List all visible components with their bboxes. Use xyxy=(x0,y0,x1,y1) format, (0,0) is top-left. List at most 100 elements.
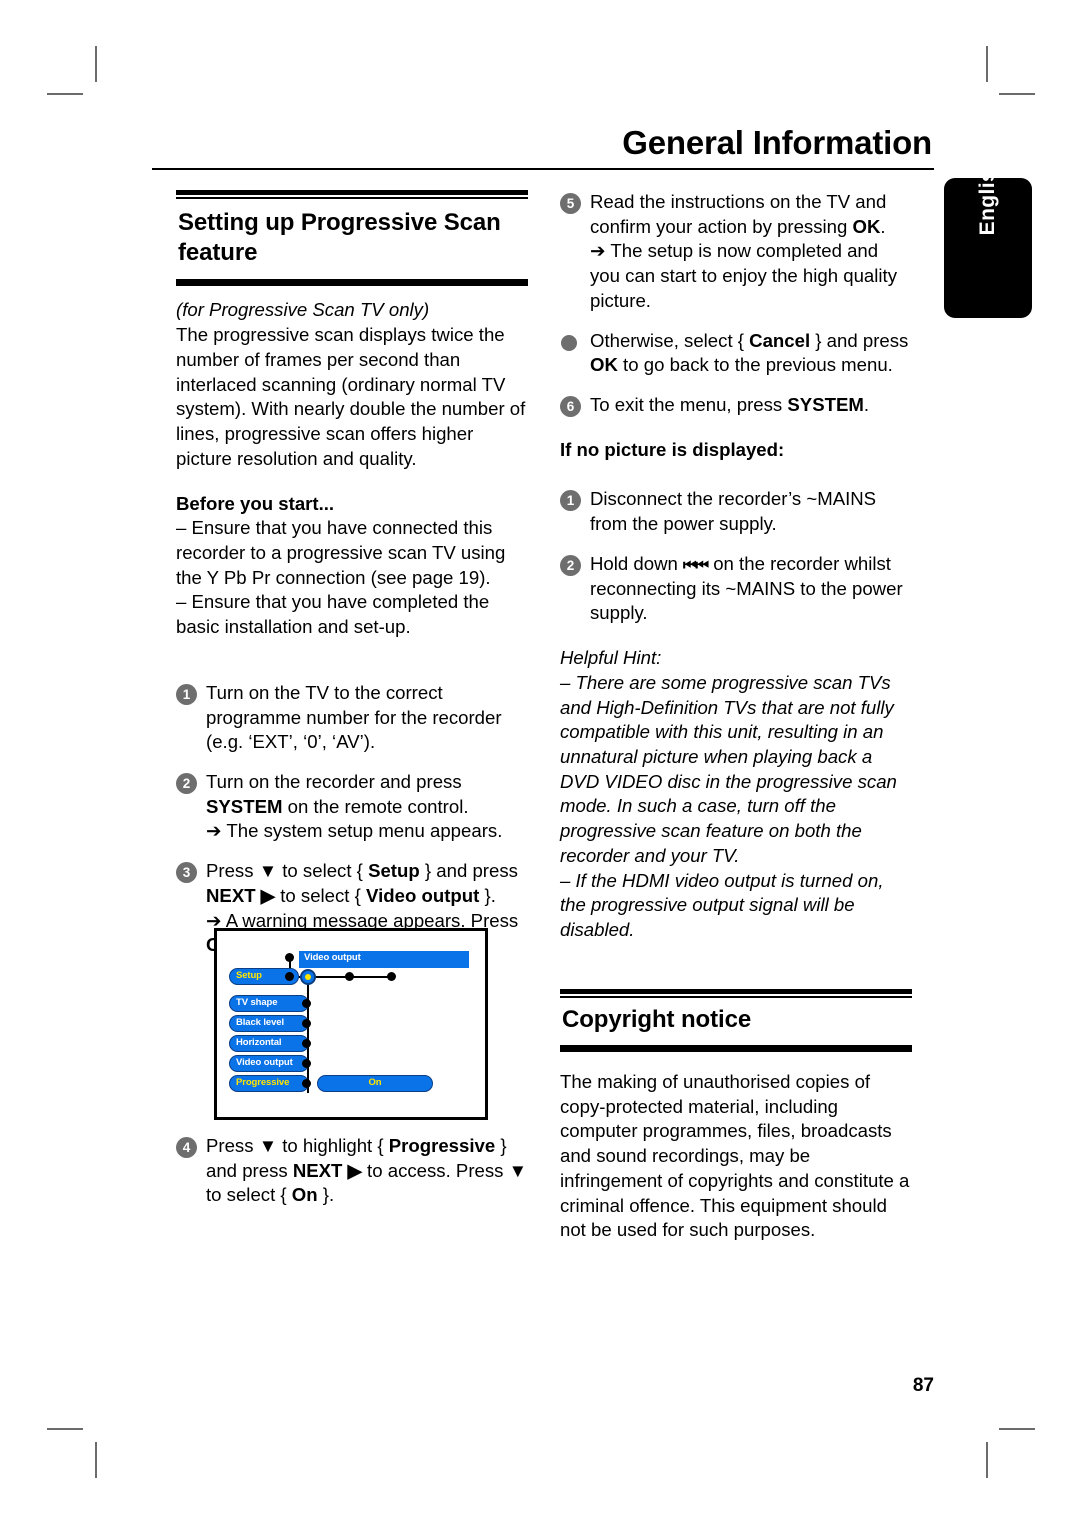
step-6-key-system: SYSTEM xyxy=(787,394,864,416)
tv-menu-item-black-level: Black level xyxy=(229,1015,309,1032)
crop-mark-bottom-right-horizontal xyxy=(999,1428,1035,1430)
crop-mark-bottom-left-horizontal xyxy=(47,1428,83,1430)
helpful-hint-item-2: – If the HDMI video output is turned on,… xyxy=(560,869,884,940)
bullet-dot-icon xyxy=(561,334,577,351)
section-rule-top-thick xyxy=(176,190,528,195)
step-5-result: ➔ The setup is now completed and you can… xyxy=(590,240,897,311)
step-6: 6 To exit the menu, press SYSTEM. xyxy=(560,393,912,418)
crop-mark-top-left-vertical xyxy=(95,46,97,82)
bullet-key-ok: OK xyxy=(590,354,618,376)
node-black-level xyxy=(302,1019,311,1028)
node-progressive xyxy=(302,1079,311,1088)
no-picture-step-1: 1 Disconnect the recorder’s ~MAINS from … xyxy=(560,487,912,536)
before-you-start-heading: Before you start... xyxy=(176,492,335,514)
node-title xyxy=(285,953,294,962)
bullet-seg-2: } and press xyxy=(810,329,909,351)
page-header: General Information xyxy=(152,124,934,170)
node-selected-focus xyxy=(300,969,316,985)
step-number-badge: 1 xyxy=(176,683,197,705)
no-picture-step-2: 2 Hold down ⏮⏮ on the recorder whilst re… xyxy=(560,552,912,626)
step-number-badge: 3 xyxy=(176,862,197,884)
step-4: 4 Press ▼ to highlight { Progressive } a… xyxy=(176,1134,528,1208)
step-5-text-lead: Read the instructions on the TV and conf… xyxy=(590,191,887,237)
step-number-badge: 2 xyxy=(176,772,197,794)
step-3-seg-4: to select { xyxy=(275,884,367,906)
step-number-badge: 4 xyxy=(176,1137,197,1158)
helpful-hint-heading: Helpful Hint: xyxy=(560,647,662,669)
copyright-rule-top-thick xyxy=(560,988,912,994)
step-4-value-on: On xyxy=(291,1184,318,1206)
step-3-seg-6: }. xyxy=(479,884,496,906)
helpful-hint-item-1: – There are some progressive scan TVs an… xyxy=(560,671,897,866)
copyright-body: The making of unauthorised copies of cop… xyxy=(560,1070,910,1241)
crop-mark-top-right-vertical xyxy=(986,46,988,82)
step-1: 1 Turn on the TV to the correct programm… xyxy=(176,681,528,755)
intro-italic-note: (for Progressive Scan TV only) xyxy=(176,299,430,321)
bullet-seg-4: to go back to the previous menu. xyxy=(617,354,893,376)
bullet-menu-cancel: Cancel xyxy=(749,329,811,351)
step-4-key-next: NEXT ▶ xyxy=(292,1159,362,1181)
step-number-badge: 1 xyxy=(560,490,581,512)
step-2-result: ➔ The system setup menu appears. xyxy=(206,820,503,842)
step-3-menu-video-output: Video output xyxy=(366,884,480,906)
step-5-text-tail: . xyxy=(880,215,886,237)
no-picture-step-1-text: Disconnect the recorder’s ~MAINS from th… xyxy=(590,488,877,535)
no-picture-heading: If no picture is displayed: xyxy=(560,438,785,460)
page-number: 87 xyxy=(912,1375,934,1396)
tv-screen-figure: Video output Setup TV shape Black level … xyxy=(214,928,488,1120)
before-you-start-item-2: – Ensure that you have completed the bas… xyxy=(176,591,490,638)
left-column-step4-block: 4 Press ▼ to highlight { Progressive } a… xyxy=(176,1134,528,1208)
intro-body-paragraph: The progressive scan displays twice the … xyxy=(176,324,526,469)
wire-vertical-spine xyxy=(307,977,309,1093)
step-4-seg-6: }. xyxy=(317,1184,335,1206)
tv-menu-item-progressive: Progressive xyxy=(229,1075,309,1092)
previous-track-icon: ⏮⏮ xyxy=(683,556,709,574)
crop-mark-top-left-horizontal xyxy=(47,93,83,95)
step-3-seg-2: } and press xyxy=(419,860,518,882)
step-5: 5 Read the instructions on the TV and co… xyxy=(560,190,912,314)
tv-title-bar-video-output: Video output xyxy=(299,951,469,968)
language-tab-label: English xyxy=(976,156,999,236)
left-column: Setting up Progressive Scan feature (for… xyxy=(176,190,528,958)
step-6-text-tail: . xyxy=(863,394,870,416)
tv-menu-item-video-output: Video output xyxy=(229,1055,309,1072)
step-3-key-next: NEXT ▶ xyxy=(206,884,276,906)
header-rule xyxy=(152,167,934,170)
node-video-output xyxy=(302,1059,311,1068)
tv-screen-inner: Video output Setup TV shape Black level … xyxy=(217,931,485,1117)
right-column: 5 Read the instructions on the TV and co… xyxy=(560,190,912,1243)
step-number-badge: 6 xyxy=(560,396,581,418)
node-branch-1 xyxy=(345,972,354,981)
section-heading-progressive-scan: Setting up Progressive Scan feature xyxy=(178,209,501,267)
step-2-text-lead: Turn on the recorder and press xyxy=(206,770,462,792)
language-tab: English xyxy=(944,157,1032,318)
step-3-menu-setup: Setup xyxy=(368,860,420,882)
tv-menu-item-horizontal: Horizontal xyxy=(229,1035,309,1052)
step-number-badge: 2 xyxy=(560,554,581,576)
step-1-text: Turn on the TV to the correct programme … xyxy=(206,681,502,753)
before-you-start-item-1: – Ensure that you have connected this re… xyxy=(176,517,506,588)
node-branch-2 xyxy=(387,972,396,981)
crop-mark-bottom-right-vertical xyxy=(986,1442,988,1478)
step-4-menu-progressive: Progressive xyxy=(388,1135,496,1156)
crop-mark-bottom-left-vertical xyxy=(95,1442,97,1478)
step-6-text-lead: To exit the menu, press xyxy=(590,394,788,416)
node-horizontal xyxy=(302,1039,311,1048)
bullet-seg-0: Otherwise, select { xyxy=(590,329,750,351)
step-number-badge: 5 xyxy=(560,193,581,214)
step-2: 2 Turn on the recorder and press SYSTEM … xyxy=(176,770,528,844)
node-setup xyxy=(285,972,294,981)
tv-value-pill-on: On xyxy=(317,1075,433,1092)
section-heading-copyright: Copyright notice xyxy=(562,1005,752,1033)
step-4-seg-0: Press ▼ to highlight { xyxy=(206,1135,389,1156)
step-3-seg-0: Press ▼ to select { xyxy=(206,860,369,882)
step-bullet-cancel: Otherwise, select { Cancel } and press O… xyxy=(560,329,912,378)
step-2-text-tail: on the remote control. xyxy=(282,795,469,817)
page-title: General Information xyxy=(622,124,932,161)
step-5-key-ok: OK xyxy=(852,215,881,237)
tv-menu-item-tv-shape: TV shape xyxy=(229,995,309,1012)
step-2-key-system: SYSTEM xyxy=(206,795,283,817)
crop-mark-top-right-horizontal xyxy=(999,93,1035,95)
no-picture-step-2-text-lead: Hold down xyxy=(590,552,684,574)
node-tv-shape xyxy=(302,999,311,1008)
